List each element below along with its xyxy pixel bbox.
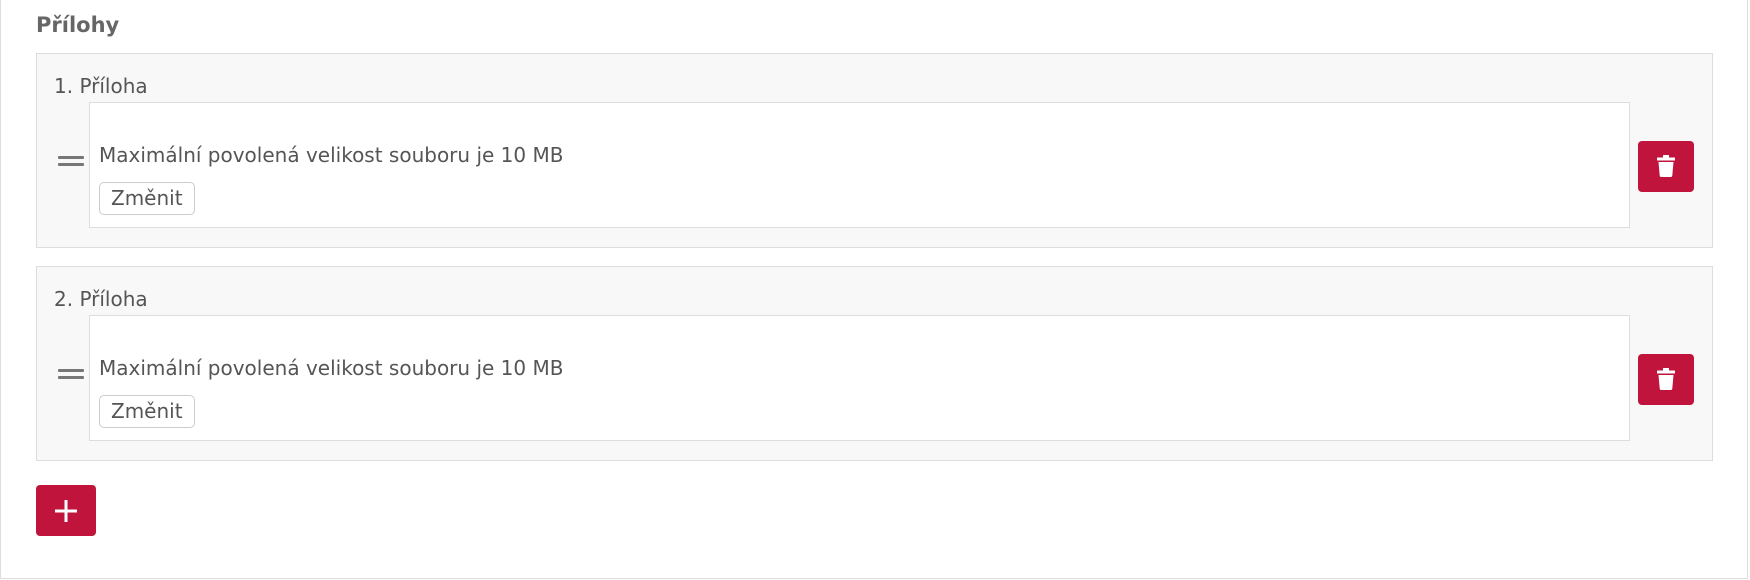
plus-icon (55, 500, 77, 522)
file-upload-box: Maximální povolená velikost souboru je 1… (89, 102, 1630, 228)
change-file-button[interactable]: Změnit (99, 395, 195, 428)
add-attachment-button[interactable] (36, 485, 96, 536)
trash-icon (1657, 155, 1675, 177)
drag-handle-icon[interactable] (58, 154, 84, 168)
section-title: Přílohy (36, 13, 120, 37)
attachment-item-2: 2. Příloha Maximální povolená velikost s… (36, 266, 1713, 461)
attachment-label: 1. Příloha (54, 74, 148, 98)
attachment-item-1: 1. Příloha Maximální povolená velikost s… (36, 53, 1713, 248)
drag-handle-icon[interactable] (58, 367, 84, 381)
attachment-label: 2. Příloha (54, 287, 148, 311)
file-size-hint: Maximální povolená velikost souboru je 1… (99, 356, 564, 380)
trash-icon (1657, 368, 1675, 390)
file-size-hint: Maximální povolená velikost souboru je 1… (99, 143, 564, 167)
file-upload-box: Maximální povolená velikost souboru je 1… (89, 315, 1630, 441)
change-file-button[interactable]: Změnit (99, 182, 195, 215)
delete-attachment-button[interactable] (1638, 354, 1694, 405)
delete-attachment-button[interactable] (1638, 141, 1694, 192)
attachments-panel: Přílohy 1. Příloha Maximální povolená ve… (0, 0, 1748, 579)
